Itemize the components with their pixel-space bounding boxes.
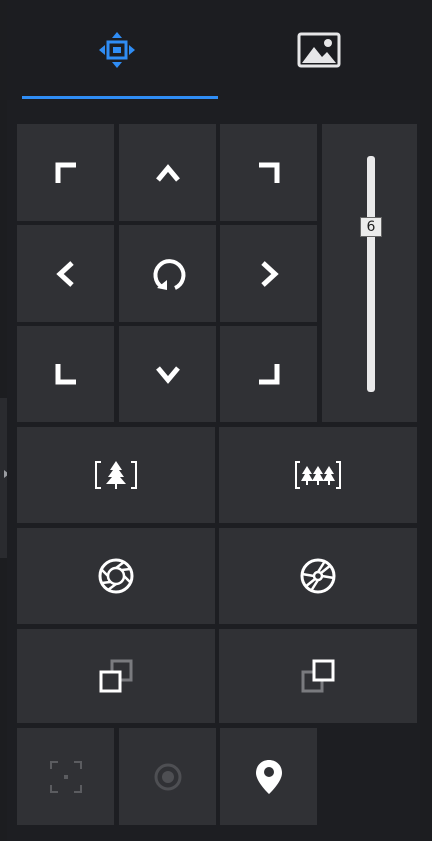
auto-rotate-icon bbox=[153, 258, 185, 290]
iris-open-icon bbox=[98, 558, 134, 594]
zoom-out-icon bbox=[295, 461, 341, 489]
pan-up-right-button[interactable] bbox=[220, 124, 317, 221]
image-settings-icon bbox=[297, 32, 341, 68]
pan-left-button[interactable] bbox=[17, 225, 114, 322]
light-icon bbox=[154, 763, 181, 790]
pan-right-button[interactable] bbox=[220, 225, 317, 322]
zoom-in-icon bbox=[95, 461, 137, 489]
pan-up-left-button[interactable] bbox=[17, 124, 114, 221]
tilt-down-button[interactable] bbox=[119, 326, 216, 422]
ptz-control-icon bbox=[98, 32, 135, 68]
active-tab-indicator bbox=[22, 96, 218, 99]
tilt-up-button[interactable] bbox=[119, 124, 216, 221]
zoom-out-button[interactable] bbox=[219, 427, 417, 523]
focus-far-button[interactable] bbox=[219, 629, 417, 723]
right-arrow-icon bbox=[260, 260, 279, 287]
up-right-arrow-icon bbox=[258, 162, 279, 183]
auto-rotate-button[interactable] bbox=[119, 225, 216, 322]
speed-slider[interactable] bbox=[367, 156, 375, 392]
preset-location-button[interactable] bbox=[220, 728, 317, 825]
iris-close-button[interactable] bbox=[219, 528, 417, 624]
location-pin-icon bbox=[255, 759, 282, 794]
tab-bar bbox=[7, 0, 420, 100]
focus-near-button[interactable] bbox=[17, 629, 215, 723]
iris-close-icon bbox=[300, 558, 336, 594]
tab-ptz[interactable] bbox=[15, 0, 218, 100]
down-right-arrow-icon bbox=[258, 364, 279, 385]
iris-open-button[interactable] bbox=[17, 528, 215, 624]
down-left-arrow-icon bbox=[55, 364, 76, 385]
light-button[interactable] bbox=[119, 728, 216, 825]
pan-down-right-button[interactable] bbox=[220, 326, 317, 422]
zoom-in-button[interactable] bbox=[17, 427, 215, 523]
tab-image[interactable] bbox=[218, 0, 420, 100]
up-left-arrow-icon bbox=[55, 162, 76, 183]
down-arrow-icon bbox=[155, 366, 180, 384]
regional-focus-icon bbox=[49, 760, 82, 793]
up-arrow-icon bbox=[155, 163, 180, 182]
speed-value-label[interactable]: 6 bbox=[360, 217, 382, 237]
regional-focus-button[interactable] bbox=[17, 728, 114, 825]
pan-down-left-button[interactable] bbox=[17, 326, 114, 422]
left-arrow-icon bbox=[55, 260, 74, 287]
focus-far-icon bbox=[301, 659, 335, 693]
focus-near-icon bbox=[99, 659, 133, 693]
